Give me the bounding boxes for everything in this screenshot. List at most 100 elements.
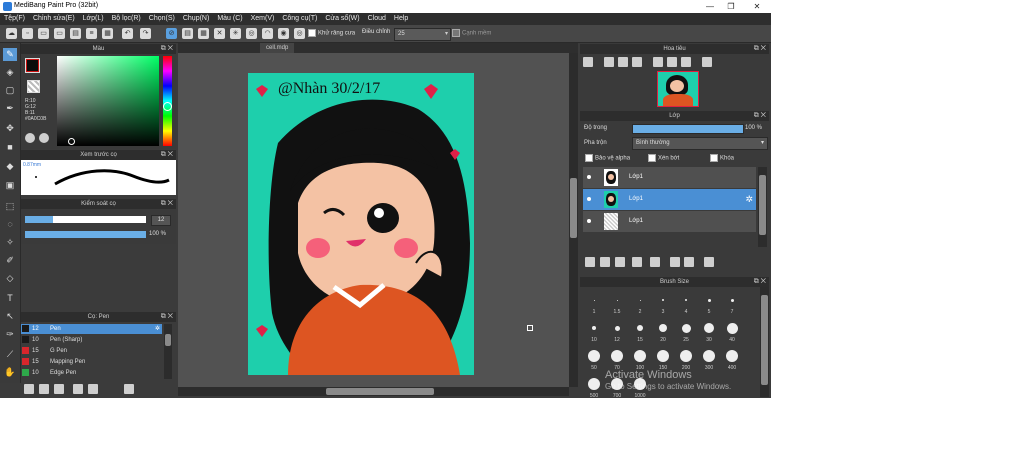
transparent-color-swatch[interactable] (27, 80, 40, 93)
panel-close-icon[interactable]: ⧉ ✕ (161, 312, 173, 322)
brush-item-mapping-pen[interactable]: 15 Mapping Pen (21, 357, 162, 367)
select-pen-icon[interactable]: ✐ (3, 254, 17, 267)
undo-icon[interactable]: ↶ (122, 28, 133, 39)
magic-wand-icon[interactable]: ✧ (3, 236, 17, 249)
panel-close-icon[interactable]: ⧉ ✕ (161, 44, 173, 54)
brush-size-cell[interactable]: 5 (698, 291, 720, 315)
canvas-vscroll-thumb[interactable] (570, 178, 577, 238)
move-tool-icon[interactable]: ✥ (3, 122, 17, 135)
brush-size-cell[interactable]: 2 (629, 291, 651, 315)
brush-size-cell[interactable]: 4 (675, 291, 697, 315)
snap-parallel-icon[interactable]: ▤ (182, 28, 193, 39)
eraser-tool-icon[interactable]: ◈ (3, 66, 17, 79)
new-layer-icon[interactable] (585, 257, 595, 267)
color-picker-handle[interactable] (68, 138, 75, 145)
navigator-thumbnail[interactable] (657, 71, 699, 107)
panel-close-icon[interactable]: ⧉ ✕ (754, 111, 766, 121)
adjust-select[interactable]: 25 ▾ (394, 28, 451, 41)
grid-icon[interactable]: ▦ (102, 28, 113, 39)
brush-item-g-pen[interactable]: 15 G Pen (21, 346, 162, 356)
gear-icon[interactable]: ✲ (745, 194, 753, 205)
select-eraser-icon[interactable]: ◇ (3, 272, 17, 285)
eye-icon[interactable] (587, 197, 591, 201)
panel-close-icon[interactable]: ⧉ ✕ (161, 199, 173, 209)
snap-vanish-icon[interactable]: ◉ (278, 28, 289, 39)
snap-off-icon[interactable]: ⊘ (166, 28, 177, 39)
delete-layer-icon[interactable] (704, 257, 714, 267)
saturation-value-picker[interactable] (57, 56, 159, 146)
close-button[interactable]: ✕ (750, 1, 764, 12)
menu-snap[interactable]: Chụp(N) (179, 13, 213, 25)
soft-edge-checkbox[interactable] (452, 29, 460, 37)
canvas-vertical-scrollbar[interactable] (569, 53, 578, 387)
maximize-button[interactable]: ❐ (724, 1, 738, 12)
lock-checkbox[interactable] (710, 154, 718, 162)
brush-size-cell[interactable]: 300 (698, 347, 720, 371)
new-8bit-layer-icon[interactable] (615, 257, 625, 267)
brush-size-scrollbar[interactable] (760, 287, 769, 397)
color-palette-icon[interactable] (39, 133, 49, 143)
brush-size-field[interactable]: 12 (151, 215, 171, 226)
brush-size-cell[interactable]: 25 (675, 319, 697, 343)
menu-cloud[interactable]: Cloud (364, 13, 390, 25)
brush-opacity-slider[interactable] (25, 231, 146, 238)
snap-curve-icon[interactable]: ◠ (262, 28, 273, 39)
protect-alpha-checkbox[interactable] (585, 154, 593, 162)
brush-size-cell[interactable]: 1 (583, 291, 605, 315)
menu-color[interactable]: Màu (C) (213, 13, 246, 25)
brush-list-scrollbar[interactable] (164, 324, 172, 379)
brush-size-cell[interactable]: 400 (721, 347, 743, 371)
snap-perspective-icon[interactable]: ◎ (294, 28, 305, 39)
color-wheel-icon[interactable] (25, 133, 35, 143)
menu-window[interactable]: Cửa sổ(W) (321, 13, 363, 25)
hue-slider-handle[interactable] (163, 102, 172, 111)
page-icon[interactable]: ▤ (70, 28, 81, 39)
brush-size-cell[interactable]: 500 (583, 375, 605, 397)
duplicate-layer-icon[interactable] (670, 257, 680, 267)
brush-item-pen[interactable]: 12 Pen ✲ (21, 324, 162, 334)
layer-row[interactable]: Lớp1 (583, 211, 756, 233)
menu-tools[interactable]: Công cụ(T) (278, 13, 321, 25)
canvas-area[interactable]: @Nhàn 30/2/17 (178, 53, 569, 387)
merge-layer-icon[interactable] (684, 257, 694, 267)
menu-edit[interactable]: Chỉnh sửa(E) (29, 13, 79, 25)
reset-icon[interactable] (667, 57, 677, 67)
pen-tool-icon[interactable]: ✒ (3, 102, 17, 115)
chat-icon[interactable]: ▭ (54, 28, 65, 39)
rect-tool-icon[interactable]: ▢ (3, 84, 17, 97)
rotate-right-icon[interactable] (681, 57, 691, 67)
new-file-icon[interactable]: ▫ (22, 28, 33, 39)
flip-icon[interactable] (702, 57, 712, 67)
select-tool-icon[interactable]: ⬚ (3, 200, 17, 213)
brush-size-cell[interactable]: 3 (652, 291, 674, 315)
brush-size-cell[interactable]: 70 (606, 347, 628, 371)
brush-size-cell[interactable]: 15 (629, 319, 651, 343)
fill-rect-tool-icon[interactable]: ■ (3, 141, 17, 154)
layer-list-scroll-thumb[interactable] (759, 175, 766, 235)
menu-file[interactable]: Tệp(F) (0, 13, 29, 25)
lasso-tool-icon[interactable]: ◌ (3, 218, 17, 231)
menu-layer[interactable]: Lớp(L) (79, 13, 108, 25)
zoom-in-small-icon[interactable] (604, 57, 614, 67)
brush-size-cell[interactable]: 7 (721, 291, 743, 315)
cloud-icon[interactable]: ☁ (6, 28, 17, 39)
text-tool-icon[interactable]: T (3, 292, 17, 305)
layer-menu-icon[interactable] (632, 257, 642, 267)
antialias-checkbox[interactable] (308, 29, 316, 37)
clipping-checkbox[interactable] (648, 154, 656, 162)
snap-radial-icon[interactable]: ✳ (230, 28, 241, 39)
fit-icon[interactable] (618, 57, 628, 67)
brush-size-cell[interactable]: 10 (583, 319, 605, 343)
blend-mode-select[interactable]: Bình thường ▾ (632, 137, 768, 150)
hue-slider[interactable] (163, 56, 172, 146)
menu-view[interactable]: Xem(V) (247, 13, 279, 25)
zoom-in-icon[interactable] (583, 57, 593, 67)
eye-icon[interactable] (587, 219, 591, 223)
brush-size-cell[interactable]: 200 (675, 347, 697, 371)
add-brush-icon[interactable] (24, 384, 34, 394)
canvas-horizontal-scrollbar[interactable] (178, 387, 569, 396)
tab-cell-mdp[interactable]: cell.mdp (260, 43, 295, 53)
primary-color-swatch[interactable] (25, 58, 40, 73)
eye-icon[interactable] (587, 175, 591, 179)
list-icon[interactable]: ≡ (86, 28, 97, 39)
